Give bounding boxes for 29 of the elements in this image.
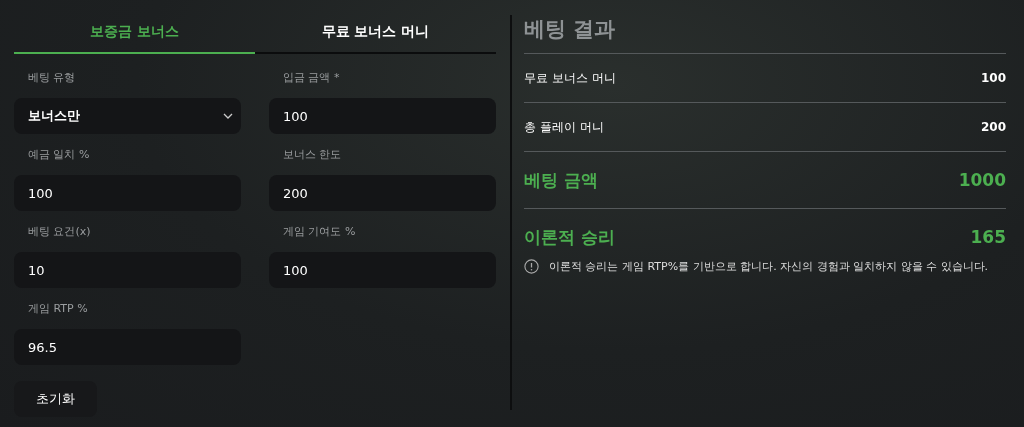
result-label: 무료 보너스 머니	[524, 69, 616, 87]
chevron-down-icon	[223, 113, 233, 119]
result-value: 200	[980, 120, 1006, 134]
info-icon	[524, 259, 539, 274]
field-label: 보너스 한도	[282, 147, 343, 163]
result-value: 100	[980, 71, 1006, 85]
input-field[interactable]: 200	[269, 175, 496, 211]
result-label: 총 플레이 머니	[524, 118, 604, 136]
field-label: 게임 기여도 %	[282, 224, 357, 240]
field-label: 게임 RTP %	[27, 301, 89, 317]
input-field[interactable]: 96.5	[14, 329, 241, 365]
tab[interactable]: 보증금 보너스	[14, 15, 255, 54]
result-value: 1000	[958, 170, 1006, 190]
input-field[interactable]: 100	[269, 252, 496, 288]
results-title: 베팅 결과	[524, 15, 1006, 54]
field-label: 베팅 요건(x)	[27, 224, 92, 240]
field-label: 베팅 유형	[27, 70, 77, 86]
input-field[interactable]: 100	[14, 175, 241, 211]
dropdown[interactable]: 보너스만	[14, 98, 241, 134]
tab[interactable]: 무료 보너스 머니	[255, 15, 496, 54]
result-value: 165	[970, 227, 1006, 247]
field-label: 입금 금액 *	[282, 70, 341, 86]
result-label: 이론적 승리	[524, 225, 615, 249]
input-field[interactable]: 10	[14, 252, 241, 288]
disclaimer-text: 이론적 승리는 게임 RTP%를 기반으로 합니다. 자신의 경험과 일치하지 않을 수 있습니다.	[549, 259, 989, 274]
input-field[interactable]: 100	[269, 98, 496, 134]
field-label: 예금 일치 %	[27, 147, 91, 163]
reset-button[interactable]: 초기화	[14, 381, 97, 417]
result-label: 베팅 금액	[524, 168, 598, 192]
